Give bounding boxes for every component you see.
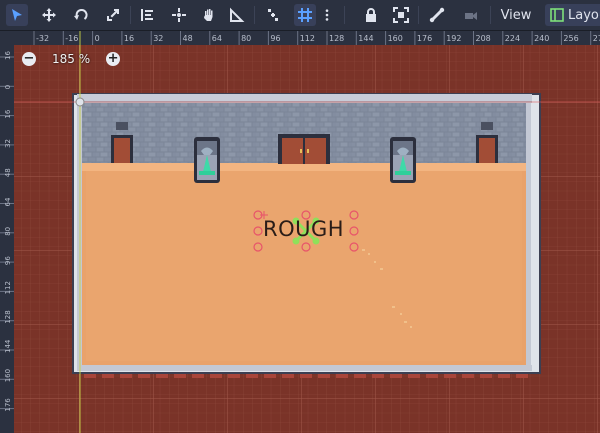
more-options-button[interactable] [320, 4, 334, 26]
ruler-top-tick-label: 256 [563, 34, 578, 43]
camera-override-button[interactable] [460, 4, 482, 26]
rotate-icon [74, 8, 88, 20]
select-tool-button[interactable] [6, 4, 28, 26]
zoom-out-button[interactable]: − [22, 52, 36, 66]
ruler-top-tick-label: 16 [124, 34, 134, 43]
ruler-left-tick-label: 16 [4, 109, 12, 118]
ruler-top-tick-label: -32 [36, 34, 49, 43]
fountain-left [194, 137, 220, 183]
ruler-top-tick-label: 80 [241, 34, 251, 43]
ruler-left-tick-label: 96 [4, 256, 12, 265]
ruler-top-tick-label: 96 [270, 34, 280, 43]
origin-marker [75, 97, 85, 107]
ruler-top-tick-label: 176 [417, 34, 432, 43]
ruler-top-tick-label: 48 [183, 34, 193, 43]
select-icon [12, 9, 22, 21]
grid-snap-icon [298, 8, 312, 22]
ruler-left-tick-label: 80 [4, 227, 12, 236]
layout-icon [550, 8, 564, 22]
ruler-top-tick-label: 64 [212, 34, 222, 43]
ruler-left-tick-label: 64 [4, 197, 12, 206]
ruler-tool-button[interactable] [226, 4, 248, 26]
ruler-top-tick-label: 192 [446, 34, 461, 43]
ruler-left-tick-label: 0 [4, 85, 12, 89]
fountain-right [390, 137, 416, 183]
zoom-level[interactable]: 185 % [52, 52, 90, 66]
ruler-top-tick-label: 144 [358, 34, 373, 43]
ruler-left-tick-label: 48 [4, 168, 12, 177]
list-select-button[interactable] [136, 4, 158, 26]
scale-icon [107, 9, 119, 21]
smart-snap-button[interactable] [262, 4, 284, 26]
ruler-left-tick-label: 128 [4, 310, 12, 323]
list-select-icon [141, 9, 153, 21]
rotate-tool-button[interactable] [70, 4, 92, 26]
ruler-left-tick-label: 176 [4, 398, 12, 412]
ruler-top-tick-label: 128 [329, 34, 344, 43]
ruler-top-tick-label: -16 [65, 34, 78, 43]
bone-icon [429, 7, 445, 23]
group-icon [393, 7, 409, 23]
move-tool-button[interactable] [38, 4, 60, 26]
ruler-top-tick-label: 160 [388, 34, 403, 43]
skeleton-button[interactable] [426, 4, 448, 26]
pivot-icon [172, 8, 186, 22]
pivot-tool-button[interactable] [168, 4, 190, 26]
view-menu[interactable]: View [493, 0, 539, 30]
lock-button[interactable] [360, 4, 382, 26]
pan-tool-button[interactable] [198, 4, 220, 26]
ruler-left-tick-label: 32 [4, 139, 12, 148]
more-options-icon [325, 9, 329, 21]
ruler-icon [230, 7, 245, 22]
ruler-top-tick-label: 0 [95, 34, 100, 43]
ruler-top-tick-label: 208 [476, 34, 491, 43]
ruler-left-tick-label: 144 [4, 339, 12, 353]
smart-snap-icon [268, 9, 278, 21]
layout-menu[interactable]: Layou [545, 4, 600, 26]
ruler-left-tick-label: 112 [4, 281, 12, 294]
zoom-controls: − 185 % + [22, 50, 121, 68]
wall-double-door [278, 134, 330, 164]
grid-snap-button[interactable] [294, 4, 316, 26]
group-button[interactable] [390, 4, 412, 26]
ruler-top-tick-label: 32 [153, 34, 163, 43]
move-icon [42, 8, 56, 22]
scale-tool-button[interactable] [102, 4, 124, 26]
layout-label: Layou [568, 7, 600, 23]
zoom-in-button[interactable]: + [106, 52, 121, 66]
editor-toolbar: View Layou [0, 0, 600, 31]
ruler-top-tick-label: 224 [505, 34, 520, 43]
ruler-top-tick-label: 112 [300, 34, 315, 43]
lock-icon [366, 8, 376, 22]
ruler-left-tick-label: 16 [4, 51, 12, 60]
ruler-top-tick-label: 240 [534, 34, 549, 43]
ruler-top-tick-label: 272 [593, 34, 600, 43]
pan-hand-icon [204, 9, 213, 21]
ruler-left-tick-label: 160 [4, 369, 12, 382]
rough-text-node[interactable]: ROUGH [263, 217, 344, 241]
camera-icon [465, 12, 477, 20]
